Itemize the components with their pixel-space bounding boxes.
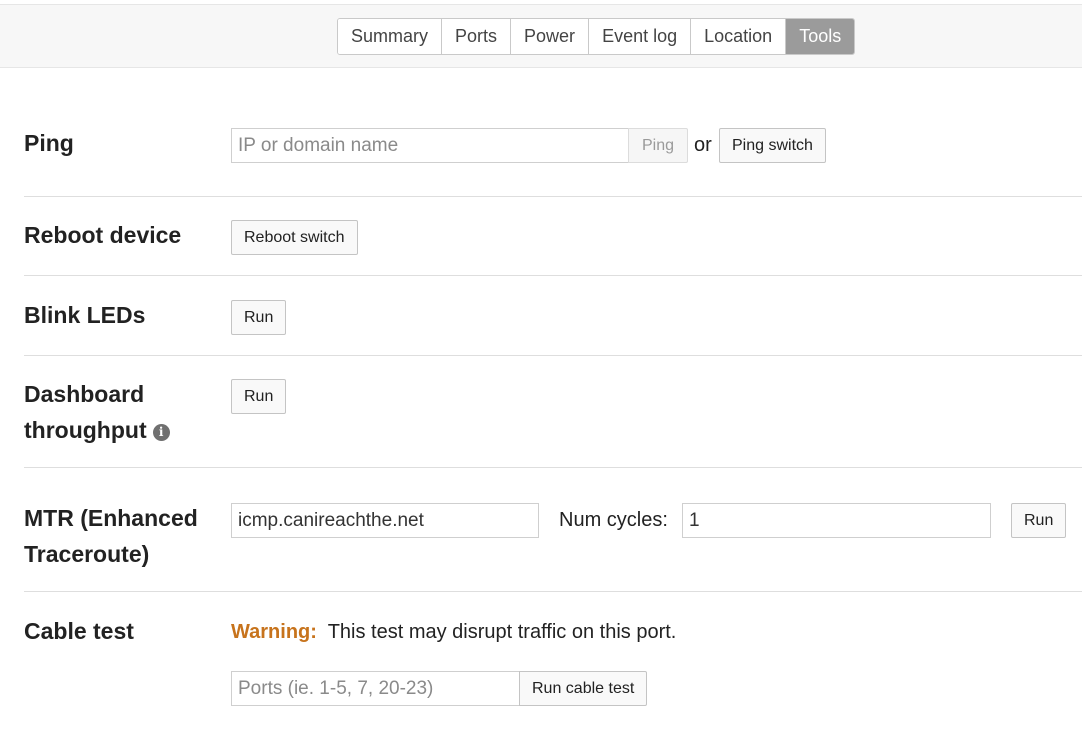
cable-test-ports-input[interactable] [231, 671, 520, 706]
reboot-switch-button[interactable]: Reboot switch [231, 220, 358, 255]
dashboard-throughput-label-text: throughput [24, 417, 147, 443]
row-divider [24, 196, 1082, 197]
or-text: or [694, 134, 712, 156]
dashboard-throughput-run-button[interactable]: Run [231, 379, 287, 414]
top-nav-bar: Summary Ports Power Event log Location T… [0, 4, 1082, 68]
cable-test-warning: Warning: This test may disrupt traffic o… [231, 617, 676, 647]
warning-text: This test may disrupt traffic on this po… [327, 621, 677, 643]
warning-label: Warning: [231, 621, 317, 643]
mtr-run-button[interactable]: Run [1011, 503, 1067, 538]
ping-label: Ping [24, 130, 74, 156]
tab-ports[interactable]: Ports [442, 19, 512, 54]
reboot-label: Reboot device [24, 222, 182, 248]
row-divider [24, 591, 1082, 592]
num-cycles-input[interactable] [682, 503, 991, 538]
tab-event-log[interactable]: Event log [589, 19, 692, 54]
info-icon[interactable]: i [152, 424, 170, 441]
cable-test-label: Cable test [24, 618, 134, 644]
tab-tools[interactable]: Tools [786, 19, 855, 54]
num-cycles-label: Num cycles: [559, 509, 668, 531]
tab-summary[interactable]: Summary [338, 19, 443, 54]
dashboard-throughput-label-line2: throughput i [24, 412, 170, 448]
run-cable-test-button[interactable]: Run cable test [519, 671, 648, 706]
blink-leds-run-button[interactable]: Run [231, 300, 287, 335]
mtr-label-line2: Traceroute) [24, 541, 150, 567]
blink-leds-label: Blink LEDs [24, 302, 146, 328]
ping-button[interactable]: Ping [628, 128, 688, 163]
tab-power[interactable]: Power [511, 19, 590, 54]
tab-location[interactable]: Location [691, 19, 787, 54]
ping-switch-button[interactable]: Ping switch [719, 128, 826, 163]
tab-bar: Summary Ports Power Event log Location T… [337, 18, 856, 55]
mtr-host-input[interactable] [231, 503, 539, 538]
mtr-label-line1: MTR (Enhanced [24, 505, 198, 531]
row-divider [24, 467, 1082, 468]
row-divider [24, 355, 1082, 356]
dashboard-throughput-label-line1: Dashboard [24, 381, 145, 407]
row-divider [24, 275, 1082, 276]
ping-host-input[interactable] [231, 128, 629, 163]
